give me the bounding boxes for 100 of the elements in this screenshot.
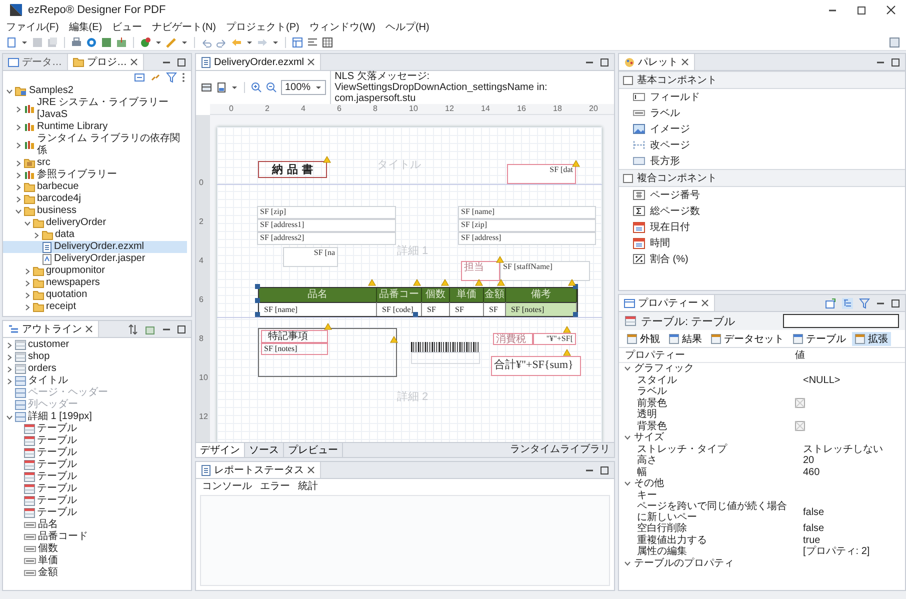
palette-item[interactable]: 総ページ数	[619, 203, 905, 219]
editor-mode-tab[interactable]: ソース	[245, 443, 284, 457]
panel-tab[interactable]: プロパティー	[619, 295, 715, 311]
palette-item[interactable]: イメージ	[619, 121, 905, 137]
panel-tab[interactable]: アウトライン	[3, 321, 99, 337]
notes-frame[interactable]: 特記事項 SF [notes]	[258, 328, 397, 377]
align-icon[interactable]	[307, 36, 318, 48]
zoom-field[interactable]: 100%	[281, 80, 326, 95]
property-tab[interactable]: 結果	[666, 332, 705, 346]
tree-item[interactable]: src	[3, 157, 187, 169]
chevron-right-icon[interactable]	[6, 354, 13, 360]
maximize-icon[interactable]	[857, 6, 866, 14]
tree-item[interactable]: テーブル	[3, 447, 187, 459]
property-value[interactable]: <NULL>	[795, 374, 905, 386]
close-icon[interactable]	[307, 58, 316, 66]
tree-item[interactable]: テーブル	[3, 423, 187, 435]
report-field[interactable]: "¥"+SF[	[533, 333, 576, 345]
panel-tab[interactable]: パレット	[619, 54, 695, 70]
status-tab[interactable]: エラー	[260, 479, 290, 493]
palette-item[interactable]: ページ番号	[619, 187, 905, 203]
property-group[interactable]: テーブルのプロパティ	[619, 558, 905, 569]
tree-item[interactable]: DeliveryOrder.ezxml	[3, 241, 187, 253]
tree-item[interactable]: orders	[3, 363, 187, 375]
menu-item[interactable]: 編集(E)	[68, 20, 102, 34]
report-label[interactable]: 消費税	[493, 333, 533, 345]
tree-item[interactable]: Samples2	[3, 85, 187, 97]
report-label[interactable]: 特記事項	[261, 330, 328, 343]
tree-item[interactable]: テーブル	[3, 495, 187, 507]
chevron-right-icon[interactable]	[24, 268, 31, 274]
property-tab[interactable]: 外観	[624, 332, 663, 346]
maximize-icon[interactable]	[177, 324, 186, 334]
tree-item[interactable]: 参照ライブラリー	[3, 169, 187, 181]
chevron-down-icon[interactable]	[6, 88, 13, 94]
grid-icon[interactable]	[322, 36, 333, 48]
selection-handle[interactable]	[255, 312, 260, 317]
menu-item[interactable]: ヘルプ(H)	[385, 20, 430, 34]
chevron-right-icon[interactable]	[33, 232, 40, 238]
maximize-icon[interactable]	[600, 466, 609, 474]
editor-mode-tab[interactable]: デザイン	[196, 443, 245, 457]
property-value[interactable]: false	[795, 523, 905, 534]
filter-icon[interactable]	[859, 298, 870, 308]
chevron-right-icon[interactable]	[6, 342, 13, 348]
close-icon[interactable]	[85, 325, 93, 333]
menu-item[interactable]: ウィンドウ(W)	[309, 20, 376, 34]
table-add-icon[interactable]	[145, 324, 156, 334]
palette-item[interactable]: フィールド	[619, 89, 905, 105]
palette-item[interactable]: 長方形	[619, 153, 905, 169]
maximize-icon[interactable]	[177, 58, 186, 66]
menu-item[interactable]: ビュー	[112, 20, 142, 34]
close-icon[interactable]	[130, 58, 138, 66]
tree-item[interactable]: テーブル	[3, 483, 187, 495]
maximize-icon[interactable]	[891, 298, 900, 308]
tree-item[interactable]: shop	[3, 351, 187, 363]
perspective-icon[interactable]	[889, 36, 900, 48]
tree-item[interactable]: barcode4j	[3, 193, 187, 205]
editor-mode-tab[interactable]: プレビュー	[284, 443, 343, 457]
report-field[interactable]: SF [name]	[458, 206, 596, 219]
tree-item[interactable]: JRE システム・ライブラリー [JavaS	[3, 97, 187, 121]
property-value[interactable]: [プロパティ: 2]	[795, 546, 905, 558]
tree-item[interactable]: テーブル	[3, 459, 187, 471]
collapse-all-icon[interactable]	[134, 72, 145, 83]
maximize-icon[interactable]	[600, 58, 609, 66]
property-value[interactable]: true	[795, 534, 905, 546]
chevron-down-icon[interactable]	[15, 208, 22, 214]
chevron-right-icon[interactable]	[15, 124, 22, 130]
report-table[interactable]: 品名 品番コー 個数 単価 金額 備考 SF [name] SF [code] SF SF SF SF [notes]	[258, 287, 578, 317]
caret-icon[interactable]	[246, 38, 253, 46]
editor-tab[interactable]: DeliveryOrder.ezxml	[196, 54, 322, 70]
report-icon[interactable]	[216, 82, 227, 93]
tree-item[interactable]: groupmonitor	[3, 265, 187, 277]
tree-item[interactable]: business	[3, 205, 187, 217]
link-icon[interactable]	[150, 72, 161, 83]
filter-icon[interactable]	[166, 72, 177, 83]
caret-icon[interactable]	[314, 84, 322, 91]
property-value[interactable]: false	[795, 506, 905, 518]
selection-handle[interactable]	[255, 284, 260, 289]
tree-item[interactable]: テーブル	[3, 507, 187, 519]
selection-handle[interactable]	[255, 298, 260, 303]
chevron-right-icon[interactable]	[15, 172, 22, 178]
palette-item[interactable]: 時間	[619, 235, 905, 251]
zoom-in-icon[interactable]	[251, 82, 262, 93]
caret-icon[interactable]	[272, 38, 279, 46]
property-group[interactable]: グラフィック	[619, 363, 905, 374]
status-tab[interactable]: 統計	[298, 479, 318, 493]
tree-item[interactable]: barbecue	[3, 181, 187, 193]
chevron-down-icon[interactable]	[6, 414, 13, 420]
property-group[interactable]: その他	[619, 478, 905, 490]
database-icon[interactable]	[101, 36, 112, 48]
caret-icon[interactable]	[21, 38, 28, 46]
caret-icon[interactable]	[181, 38, 188, 46]
tree-item[interactable]: 金額	[3, 567, 187, 579]
report-field[interactable]: 合計¥"+SF{sum}	[491, 356, 581, 376]
page-settings-icon[interactable]	[201, 82, 212, 93]
chevron-right-icon[interactable]	[15, 184, 22, 190]
tree-view-icon[interactable]	[842, 298, 853, 308]
runtime-library-label[interactable]: ランタイムライブラリ	[506, 443, 614, 457]
chevron-down-icon[interactable]	[624, 560, 631, 567]
tree-item[interactable]: quotation	[3, 289, 187, 301]
tree-item[interactable]: 詳細 1 [199px]	[3, 411, 187, 423]
chevron-down-icon[interactable]	[624, 365, 631, 372]
